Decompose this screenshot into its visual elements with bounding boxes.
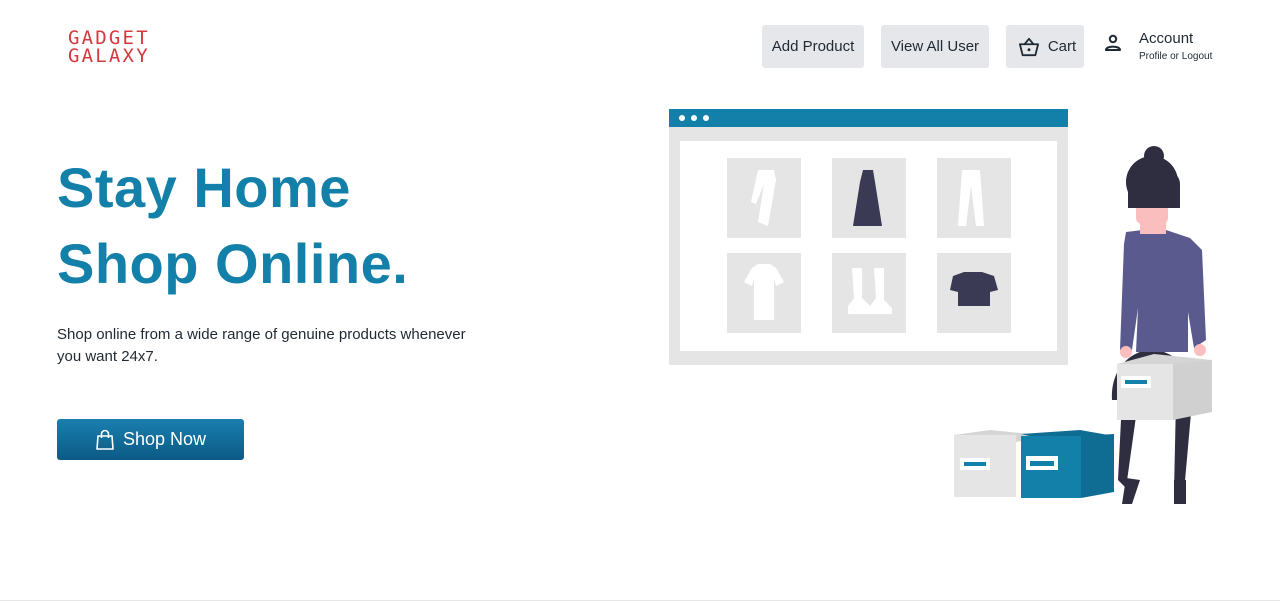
account-menu[interactable]: Account Profile or Logout <box>1102 28 1222 68</box>
online-shopping-illustration <box>669 109 1212 504</box>
brand-logo[interactable]: GADGET GALAXY <box>68 29 180 67</box>
shop-now-label: Shop Now <box>122 429 207 449</box>
page-bottom-divider <box>0 600 1280 601</box>
person-graphic <box>1111 146 1206 504</box>
view-all-user-label: View All User <box>890 38 980 55</box>
basket-icon <box>1018 37 1039 56</box>
view-all-user-button[interactable]: View All User <box>881 25 989 68</box>
hero-title-line-2: Shop Online. <box>57 232 409 295</box>
boxes-graphic <box>954 430 1114 498</box>
hero-title: Stay Home Shop Online. <box>57 150 408 302</box>
browser-window-graphic <box>669 109 1068 365</box>
hero-description: Shop online from a wide range of genuine… <box>57 326 466 365</box>
brand-line-2: GALAXY <box>68 45 150 67</box>
cart-label: Cart <box>1047 38 1077 55</box>
shopping-bag-icon <box>96 429 114 450</box>
shop-now-button[interactable]: Shop Now <box>57 419 244 460</box>
account-sub-label: Profile or Logout <box>1139 51 1213 62</box>
add-product-label: Add Product <box>771 38 855 55</box>
hero-title-line-1: Stay Home <box>57 156 351 219</box>
account-label: Account <box>1139 30 1194 47</box>
held-box-graphic <box>1117 354 1212 420</box>
user-icon <box>1105 34 1121 51</box>
add-product-button[interactable]: Add Product <box>762 25 864 68</box>
cart-button[interactable]: Cart <box>1006 25 1084 68</box>
